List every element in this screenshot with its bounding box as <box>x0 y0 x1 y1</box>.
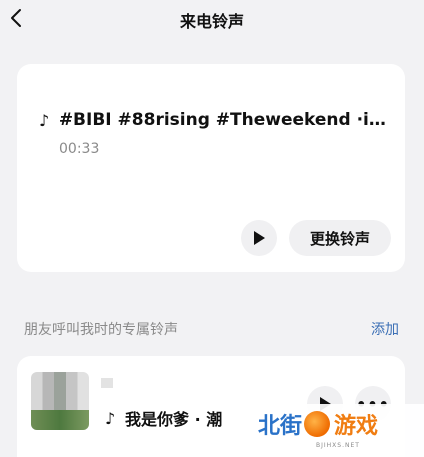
header-bar: 来电铃声 <box>0 0 424 40</box>
watermark-text-orange: 游戏 <box>334 414 379 439</box>
music-note-icon: ♪ <box>105 408 116 428</box>
add-button[interactable]: 添加 <box>371 319 399 339</box>
page-title: 来电铃声 <box>179 12 244 31</box>
music-note-icon: ♪ <box>39 110 50 130</box>
contact-ringtone-row: ♪ 我是你爹 · 潮 <box>105 406 222 430</box>
blurred-name <box>101 378 113 388</box>
contact-ringtone-title: 我是你爹 · 潮 <box>125 410 223 429</box>
ringtone-row: ♪ #BIBI #88rising #Theweekend ·im… <box>39 110 399 130</box>
change-ringtone-button[interactable]: 更换铃声 <box>289 220 391 256</box>
watermark-logo: 北街 游戏 BJIHXS.NET <box>256 404 424 457</box>
ringtone-title: #BIBI #88rising #Theweekend ·im… <box>58 110 399 130</box>
play-button[interactable] <box>241 220 277 256</box>
avatar <box>31 372 89 430</box>
watermark-text-blue: 北街 <box>258 414 303 439</box>
section-label: 朋友呼叫我时的专属铃声 <box>24 322 178 338</box>
current-ringtone-card: ♪ #BIBI #88rising #Theweekend ·im… 00:33… <box>17 64 405 272</box>
play-icon <box>254 231 265 245</box>
watermark-text: 北街 游戏 <box>258 408 378 440</box>
watermark-subtext: BJIHXS.NET <box>316 442 360 449</box>
ringtone-duration: 00:33 <box>59 141 100 157</box>
basketball-icon <box>304 411 331 437</box>
